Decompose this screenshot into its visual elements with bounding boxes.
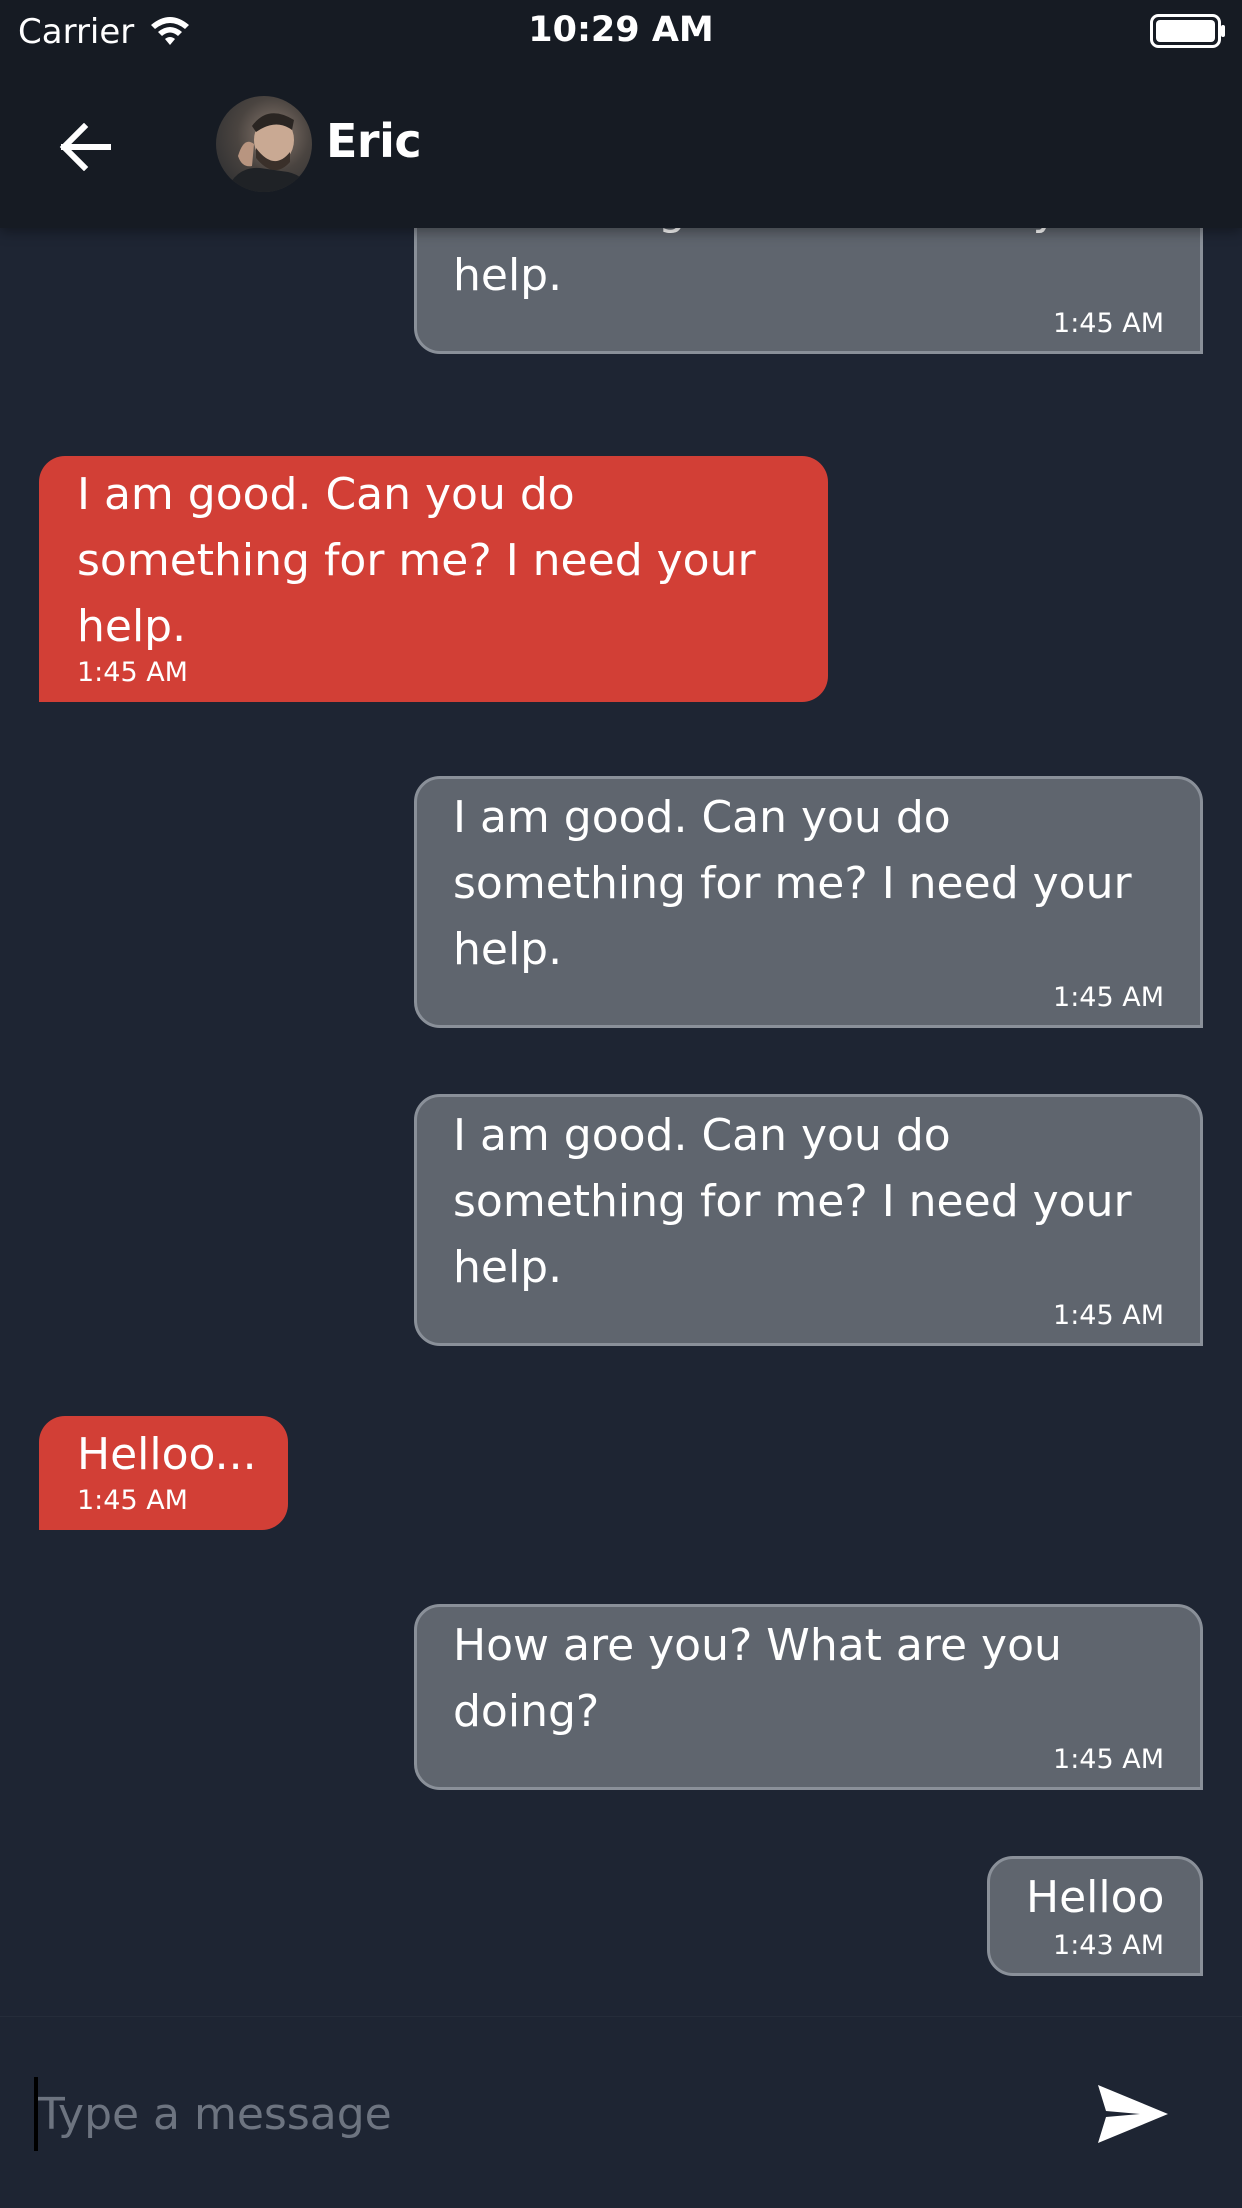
send-button[interactable] — [1096, 2083, 1170, 2145]
message-text: Helloo — [1026, 1872, 1165, 1923]
message-composer — [0, 2016, 1242, 2208]
person-photo-icon — [226, 113, 308, 192]
contact-name[interactable]: Eric — [326, 114, 422, 168]
message-time: 1:45 AM — [1053, 308, 1164, 339]
message-bubble-outgoing[interactable]: How are you? What are you doing? 1:45 AM — [414, 1604, 1203, 1790]
chat-header: Eric — [0, 62, 1242, 228]
message-bubble-outgoing[interactable]: I am good. Can you do something for me? … — [414, 776, 1203, 1028]
message-time: 1:45 AM — [77, 657, 188, 688]
message-time: 1:45 AM — [1053, 1744, 1164, 1775]
message-bubble-outgoing[interactable]: Helloo 1:43 AM — [987, 1856, 1203, 1976]
message-time: 1:43 AM — [1053, 1930, 1164, 1961]
message-bubble-incoming[interactable]: Helloo... 1:45 AM — [39, 1416, 288, 1530]
message-input[interactable] — [38, 2069, 1038, 2159]
send-icon — [1098, 2085, 1168, 2143]
message-time: 1:45 AM — [77, 1485, 188, 1516]
message-time: 1:45 AM — [1053, 1300, 1164, 1331]
arrow-left-icon — [59, 123, 111, 171]
status-bar: Carrier 10:29 AM — [0, 0, 1242, 62]
message-text: I am good. Can you do something for me? … — [77, 469, 756, 652]
message-bubble-outgoing[interactable]: I am good. Can you do something for me? … — [414, 1094, 1203, 1346]
message-time: 1:45 AM — [1053, 982, 1164, 1013]
contact-avatar[interactable] — [216, 96, 312, 192]
message-text: How are you? What are you doing? — [453, 1620, 1062, 1737]
message-bubble-outgoing[interactable]: something for me? I need your help. 1:45… — [414, 228, 1203, 354]
message-list[interactable]: something for me? I need your help. 1:45… — [0, 228, 1242, 2016]
back-button[interactable] — [40, 112, 130, 182]
message-text: I am good. Can you do something for me? … — [453, 1110, 1132, 1293]
message-bubble-incoming[interactable]: I am good. Can you do something for me? … — [39, 456, 828, 702]
chat-screen: Carrier 10:29 AM Eric help. 1:45 AM I am… — [0, 0, 1242, 2208]
message-text: something for me? I need your help. — [453, 228, 1132, 301]
status-time: 10:29 AM — [528, 10, 714, 50]
battery-icon — [1150, 14, 1225, 48]
message-text: Helloo... — [77, 1429, 257, 1480]
message-text: I am good. Can you do something for me? … — [453, 792, 1132, 975]
